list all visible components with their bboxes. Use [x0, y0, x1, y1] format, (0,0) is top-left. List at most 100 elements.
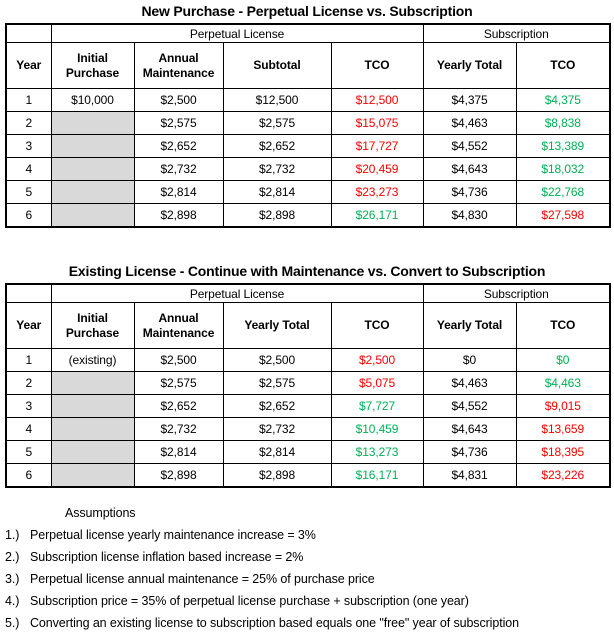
cell-perpetual-tco: $7,727	[330, 394, 424, 418]
cell-year: 6	[5, 463, 52, 488]
table-1-wrapper: Perpetual License Subscription Year Init…	[5, 23, 611, 228]
column-header-sub-yearly-line1: Yearly Total	[436, 58, 503, 72]
cell-initial-purchase	[50, 134, 135, 158]
cell-subscription-tco: $13,659	[515, 417, 611, 441]
column-header-year: Year	[5, 42, 52, 89]
table-row: 6 $2,898 $2,898 $16,171 $4,831 $23,226	[5, 463, 611, 488]
cell-annual-maintenance: $2,814	[133, 180, 224, 204]
cell-subscription-yearly-total: $4,552	[422, 134, 517, 158]
cell-perpetual-tco: $23,273	[330, 180, 424, 204]
cell-annual-maintenance: $2,500	[133, 348, 224, 372]
cell-initial-purchase	[50, 157, 135, 181]
cell-subscription-yearly-total: $4,375	[422, 88, 517, 112]
cell-annual-maintenance: $2,575	[133, 371, 224, 395]
table-1-group-header-row: Perpetual License Subscription	[6, 23, 611, 43]
column-header-perpetual-tco: TCO	[330, 42, 424, 89]
column-header-annual-line1: Annual	[158, 50, 199, 65]
cell-initial-purchase	[50, 111, 135, 135]
group-header-blank	[6, 23, 52, 43]
new-purchase-table: Perpetual License Subscription Year Init…	[5, 23, 611, 228]
table-row: 4 $2,732 $2,732 $20,459 $4,643 $18,032	[5, 157, 611, 181]
worksheet-page: New Purchase - Perpetual License vs. Sub…	[0, 0, 614, 630]
table-2-title: Existing License - Continue with Mainten…	[68, 263, 546, 279]
assumption-number: 1.)	[5, 528, 20, 542]
cell-year: 6	[5, 203, 52, 228]
cell-initial-purchase	[50, 440, 135, 464]
column-header-perpetual-total: Yearly Total	[222, 302, 332, 349]
assumption-number: 4.)	[5, 594, 20, 608]
column-header-subscription-yearly-total: Yearly Total	[422, 42, 517, 89]
table-2-group-header-row: Perpetual License Subscription	[6, 283, 611, 303]
table-2-body: Perpetual License Subscription Year Init…	[5, 283, 611, 488]
table-2-column-header-row: Year Initial Purchase Annual Maintenance…	[5, 302, 611, 349]
cell-subscription-tco: $23,226	[515, 463, 611, 488]
column-header-year: Year	[5, 302, 52, 349]
group-header-blank	[6, 283, 52, 303]
cell-year: 1	[5, 348, 52, 372]
table-2-wrapper: Perpetual License Subscription Year Init…	[5, 283, 611, 488]
cell-subscription-tco: $18,395	[515, 440, 611, 464]
cell-perpetual-tco: $17,727	[330, 134, 424, 158]
cell-subscription-yearly-total: $0	[422, 348, 517, 372]
column-header-initial-purchase: Initial Purchase	[50, 42, 135, 89]
cell-initial-purchase: $10,000	[50, 88, 135, 112]
column-header-subscription-tco: TCO	[515, 42, 611, 89]
column-header-perpetual-total-line1: Yearly Total	[244, 318, 310, 332]
table-row: 3 $2,652 $2,652 $17,727 $4,552 $13,389	[5, 134, 611, 158]
assumption-text: Converting an existing license to subscr…	[30, 616, 519, 630]
column-header-subscription-yearly-total: Yearly Total	[422, 302, 517, 349]
cell-year: 2	[5, 111, 52, 135]
cell-year: 1	[5, 88, 52, 112]
cell-perpetual-tco: $26,171	[330, 203, 424, 228]
column-header-year-line1: Year	[16, 58, 42, 72]
cell-subscription-tco: $22,768	[515, 180, 611, 204]
cell-initial-purchase	[50, 463, 135, 488]
cell-year: 2	[5, 371, 52, 395]
cell-subscription-tco: $0	[515, 348, 611, 372]
column-header-subscription-tco: TCO	[515, 302, 611, 349]
column-header-annual-line1: Annual	[158, 310, 199, 325]
cell-initial-purchase	[50, 394, 135, 418]
assumption-item: 2.) Subscription license inflation based …	[5, 546, 614, 568]
cell-annual-maintenance: $2,575	[133, 111, 224, 135]
column-header-initial-line1: Initial	[77, 50, 108, 65]
assumption-text: Perpetual license annual maintenance = 2…	[30, 572, 375, 586]
table-row: 4 $2,732 $2,732 $10,459 $4,643 $13,659	[5, 417, 611, 441]
cell-perpetual-total: $2,814	[222, 180, 332, 204]
assumption-item: 3.) Perpetual license annual maintenance …	[5, 568, 614, 590]
cell-subscription-yearly-total: $4,736	[422, 440, 517, 464]
cell-year: 4	[5, 417, 52, 441]
cell-annual-maintenance: $2,898	[133, 203, 224, 228]
column-header-perpetual-total: Subtotal	[222, 42, 332, 89]
column-header-sub-tco-line1: TCO	[550, 318, 576, 332]
assumptions-list: 1.) Perpetual license yearly maintenance …	[5, 524, 614, 634]
cell-perpetual-total: $2,732	[222, 417, 332, 441]
column-header-year-line1: Year	[16, 318, 42, 332]
cell-annual-maintenance: $2,732	[133, 157, 224, 181]
column-header-sub-tco-line1: TCO	[550, 58, 576, 72]
cell-year: 4	[5, 157, 52, 181]
cell-initial-purchase	[50, 417, 135, 441]
assumption-item: 5.) Converting an existing license to sub…	[5, 612, 614, 634]
cell-subscription-yearly-total: $4,643	[422, 157, 517, 181]
assumption-text: Perpetual license yearly maintenance inc…	[30, 528, 316, 542]
group-header-subscription: Subscription	[422, 283, 611, 303]
table-1-body: Perpetual License Subscription Year Init…	[5, 23, 611, 228]
table-row: 1 $10,000 $2,500 $12,500 $12,500 $4,375 $4,375	[5, 88, 611, 112]
group-header-subscription: Subscription	[422, 23, 611, 43]
table-row: 6 $2,898 $2,898 $26,171 $4,830 $27,598	[5, 203, 611, 228]
cell-subscription-tco: $13,389	[515, 134, 611, 158]
assumption-number: 5.)	[5, 616, 20, 630]
cell-perpetual-total: $12,500	[222, 88, 332, 112]
assumption-item: 1.) Perpetual license yearly maintenance …	[5, 524, 614, 546]
cell-perpetual-total: $2,652	[222, 134, 332, 158]
cell-subscription-yearly-total: $4,463	[422, 111, 517, 135]
table-row: 1 (existing) $2,500 $2,500 $2,500 $0 $0	[5, 348, 611, 372]
cell-annual-maintenance: $2,652	[133, 134, 224, 158]
existing-license-table: Perpetual License Subscription Year Init…	[5, 283, 611, 488]
cell-perpetual-total: $2,575	[222, 111, 332, 135]
column-header-sub-yearly-line1: Yearly Total	[436, 318, 503, 332]
cell-perpetual-total: $2,652	[222, 394, 332, 418]
table-row: 2 $2,575 $2,575 $5,075 $4,463 $4,463	[5, 371, 611, 395]
cell-subscription-yearly-total: $4,830	[422, 203, 517, 228]
